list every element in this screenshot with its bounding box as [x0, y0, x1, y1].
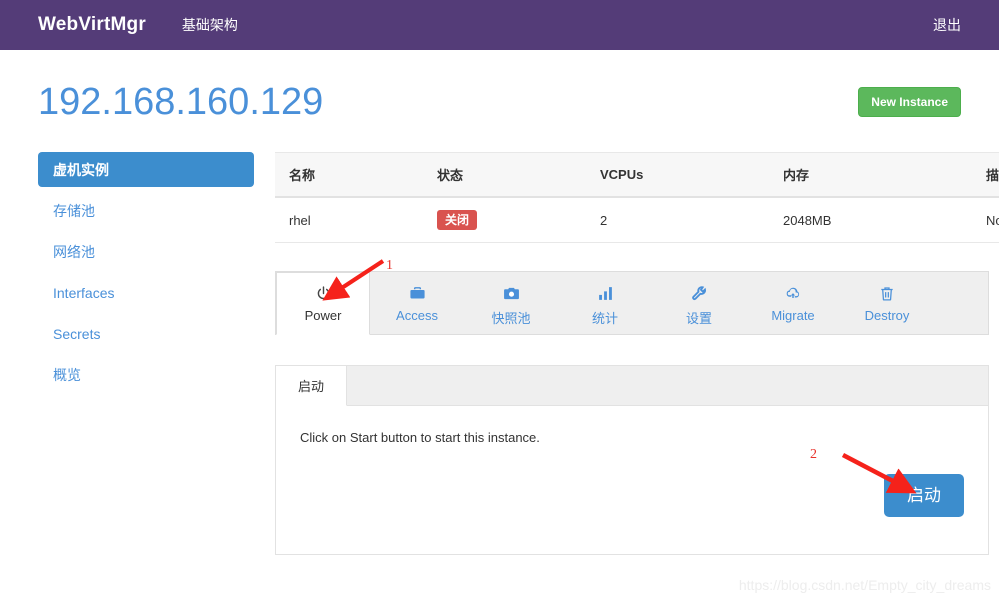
tab-label: 设置 [685, 311, 712, 326]
status-badge: 关闭 [437, 210, 478, 230]
tab-label: 快照池 [491, 311, 531, 326]
sidebar-item-label: 网络池 [53, 243, 95, 260]
tab-statistics[interactable]: 统计 [558, 272, 652, 335]
camera-icon [475, 282, 547, 304]
power-panel: 启动 Click on Start button to start this i… [275, 365, 989, 555]
sidebar-item-network-pools[interactable]: 网络池 [38, 234, 254, 269]
sidebar-item-label: 虚机实例 [53, 161, 109, 178]
page-header: 192.168.160.129 New Instance [0, 50, 999, 128]
power-panel-tabs: 启动 [276, 366, 988, 406]
tab-label: Migrate [771, 308, 815, 323]
new-instance-button[interactable]: New Instance [858, 87, 961, 117]
content-area: 虚机实例 存储池 网络池 Interfaces Secrets 概览 名称 状态… [0, 128, 999, 555]
start-button[interactable]: 启动 [884, 474, 964, 517]
sidebar-item-label: 概览 [53, 366, 81, 383]
sidebar-item-interfaces[interactable]: Interfaces [38, 275, 254, 310]
instances-table-body: rhel 关闭 2 2048MB None [275, 197, 999, 243]
power-panel-actions: 启动 [300, 474, 964, 517]
cell-instance-name[interactable]: rhel [275, 197, 423, 243]
tab-destroy[interactable]: Destroy [840, 272, 934, 335]
sidebar-item-secrets[interactable]: Secrets [38, 316, 254, 351]
table-row[interactable]: rhel 关闭 2 2048MB None [275, 197, 999, 243]
sidebar-item-label: Interfaces [53, 284, 115, 301]
main-column: 名称 状态 VCPUs 内存 描述 rhel 关闭 2 2048MB None [254, 152, 999, 555]
column-header-description: 描述 [972, 152, 999, 198]
cell-instance-vcpus: 2 [586, 197, 769, 243]
tab-label: Destroy [864, 308, 910, 323]
tab-power[interactable]: Power [276, 272, 370, 335]
logout-link[interactable]: 退出 [933, 15, 961, 35]
instances-table-head: 名称 状态 VCPUs 内存 描述 [275, 152, 999, 198]
instances-table: 名称 状态 VCPUs 内存 描述 rhel 关闭 2 2048MB None [275, 152, 999, 243]
sidebar-item-instances[interactable]: 虚机实例 [38, 152, 254, 187]
watermark: https://blog.csdn.net/Empty_city_dreams [738, 577, 991, 593]
wrench-icon [663, 282, 735, 304]
column-header-name: 名称 [275, 152, 423, 198]
column-header-state: 状态 [423, 152, 586, 198]
power-icon [287, 282, 359, 304]
instance-tabs-container: Power Access 快照池 统计 设置 Migrate Destroy [275, 271, 989, 335]
tab-label: Access [396, 308, 438, 323]
tab-settings[interactable]: 设置 [652, 272, 746, 335]
briefcase-icon [381, 282, 453, 304]
top-navbar: WebVirtMgr 基础架构 退出 [0, 0, 999, 50]
sidebar: 虚机实例 存储池 网络池 Interfaces Secrets 概览 [38, 152, 254, 555]
instance-tabs: Power Access 快照池 统计 设置 Migrate Destroy [275, 271, 989, 335]
nav-item-infrastructure[interactable]: 基础架构 [182, 15, 238, 35]
tab-label: 统计 [591, 311, 618, 326]
cell-instance-description: None [972, 197, 999, 243]
bar-chart-icon [569, 282, 641, 304]
panel-tab-start[interactable]: 启动 [276, 366, 348, 406]
sidebar-item-label: Secrets [53, 325, 101, 342]
tab-label: Power [304, 308, 342, 323]
sidebar-item-storage-pools[interactable]: 存储池 [38, 193, 254, 228]
column-header-memory: 内存 [769, 152, 972, 198]
cloud-download-icon [757, 282, 829, 304]
trash-icon [851, 282, 923, 304]
sidebar-item-label: 存储池 [53, 202, 95, 219]
table-header-row: 名称 状态 VCPUs 内存 描述 [275, 152, 999, 198]
power-panel-body: Click on Start button to start this inst… [276, 406, 988, 554]
column-header-vcpus: VCPUs [586, 152, 769, 198]
brand-logo[interactable]: WebVirtMgr [38, 14, 146, 36]
tab-access[interactable]: Access [370, 272, 464, 335]
cell-instance-memory: 2048MB [769, 197, 972, 243]
power-panel-message: Click on Start button to start this inst… [300, 430, 540, 445]
page-title: 192.168.160.129 [38, 81, 324, 123]
tab-snapshots[interactable]: 快照池 [464, 272, 558, 335]
tab-migrate[interactable]: Migrate [746, 272, 840, 335]
sidebar-item-overview[interactable]: 概览 [38, 357, 254, 392]
cell-instance-state: 关闭 [423, 197, 586, 243]
